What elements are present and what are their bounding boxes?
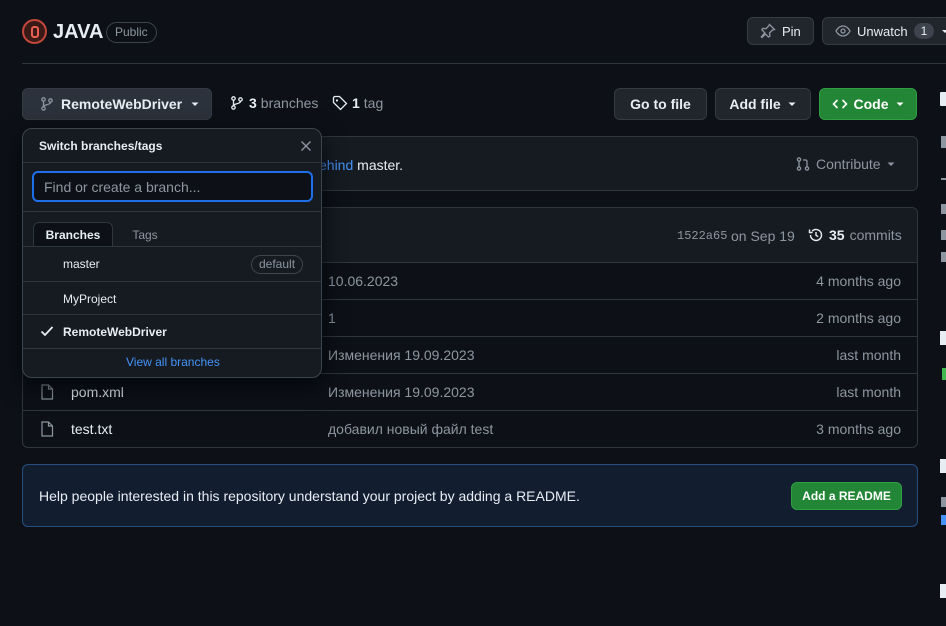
sidebar-edge — [940, 90, 946, 626]
pull-request-icon — [796, 157, 810, 171]
tag-icon — [332, 95, 348, 111]
branch-item-label: master — [63, 257, 100, 271]
behind-rest: master. — [357, 157, 404, 173]
behind-link[interactable]: ehind — [319, 157, 353, 173]
contribute-label: Contribute — [816, 156, 881, 172]
readme-banner: Help people interested in this repositor… — [22, 464, 918, 527]
code-label: Code — [853, 96, 889, 112]
tab-tags-label: Tags — [132, 227, 158, 242]
branch-filter-input[interactable]: Find or create a branch... — [32, 171, 313, 202]
file-commit-message[interactable]: Изменения 19.09.2023 — [328, 384, 475, 400]
repo-name[interactable]: JAVA — [53, 21, 103, 44]
visibility-badge: Public — [106, 22, 157, 43]
eye-icon — [835, 25, 851, 37]
file-age: last month — [836, 347, 901, 363]
file-icon — [41, 421, 54, 437]
caret-down-icon — [896, 102, 903, 106]
commit-hash[interactable]: 1522a65 — [677, 229, 727, 243]
branches-count: 3 — [249, 95, 257, 111]
branches-link[interactable]: 3 branches — [229, 95, 318, 111]
commit-date: on Sep 19 — [731, 228, 795, 244]
pin-label: Pin — [782, 23, 801, 39]
file-row[interactable]: pom.xml Изменения 19.09.2023 last month — [23, 373, 917, 410]
commits-count: 35 — [829, 227, 845, 243]
close-icon[interactable] — [300, 140, 312, 152]
branch-dropdown: Switch branches/tags Find or create a br… — [22, 128, 322, 378]
history-icon — [808, 228, 823, 242]
file-age: 3 months ago — [816, 421, 901, 437]
branch-item-label: MyProject — [63, 292, 117, 306]
commits-link[interactable]: 35 commits — [808, 227, 902, 243]
tab-branches-label: Branches — [45, 228, 101, 242]
branch-item-remotewebdriver[interactable]: RemoteWebDriver — [23, 315, 321, 348]
add-readme-button[interactable]: Add a README — [791, 482, 902, 510]
view-all-branches-link[interactable]: View all branches — [126, 355, 220, 369]
go-to-file-button[interactable]: Go to file — [614, 88, 707, 120]
code-icon — [831, 99, 848, 109]
caret-down-icon — [887, 162, 895, 166]
dropdown-title: Switch branches/tags — [39, 139, 163, 153]
tab-tags[interactable]: Tags — [119, 222, 171, 247]
caret-down-icon — [788, 102, 796, 106]
file-age: 4 months ago — [816, 273, 901, 289]
commits-label: commits — [849, 227, 902, 243]
tags-link[interactable]: 1 tag — [332, 95, 383, 111]
readme-text: Help people interested in this repositor… — [39, 488, 580, 504]
file-commit-message[interactable]: 10.06.2023 — [328, 273, 398, 289]
owner-avatar[interactable] — [22, 19, 47, 44]
file-commit-message[interactable]: 1 — [328, 310, 336, 326]
pin-icon — [760, 23, 776, 39]
git-branch-icon — [41, 97, 53, 111]
branch-filter-placeholder: Find or create a branch... — [44, 179, 201, 195]
header-divider — [22, 63, 946, 64]
contribute-button[interactable]: Contribute — [795, 156, 896, 172]
file-name[interactable]: test.txt — [71, 421, 112, 437]
repo-header: JAVA Public Pin Unwatch 1 — [0, 0, 946, 64]
file-commit-message[interactable]: добавил новый файл test — [328, 421, 493, 437]
file-age: last month — [836, 384, 901, 400]
branch-item-label: RemoteWebDriver — [63, 325, 167, 339]
add-file-label: Add file — [729, 96, 781, 112]
code-button[interactable]: Code — [819, 88, 917, 120]
current-branch-label: RemoteWebDriver — [61, 96, 183, 112]
branch-item-master[interactable]: master default — [23, 247, 321, 281]
file-age: 2 months ago — [816, 310, 901, 326]
file-commit-message[interactable]: Изменения 19.09.2023 — [328, 347, 475, 363]
branch-selector-button[interactable]: RemoteWebDriver — [22, 88, 212, 120]
file-name[interactable]: pom.xml — [71, 384, 124, 400]
tags-count: 1 — [352, 95, 360, 111]
tab-branches[interactable]: Branches — [33, 222, 113, 247]
branch-item-myproject[interactable]: MyProject — [23, 282, 321, 315]
watch-count: 1 — [913, 23, 935, 39]
add-file-button[interactable]: Add file — [715, 88, 811, 120]
unwatch-button[interactable]: Unwatch 1 — [822, 17, 946, 45]
git-branch-icon — [231, 96, 243, 110]
behind-text: ehind master. — [319, 157, 403, 173]
file-icon — [41, 384, 54, 400]
tags-label: tag — [363, 95, 384, 111]
avatar-mark-icon — [30, 25, 39, 38]
unwatch-label: Unwatch — [857, 23, 908, 39]
branches-label: branches — [260, 95, 319, 111]
default-badge: default — [251, 255, 304, 274]
check-icon — [40, 326, 54, 337]
chevron-down-icon — [942, 30, 946, 33]
file-row[interactable]: test.txt добавил новый файл test 3 month… — [23, 410, 917, 447]
caret-down-icon — [191, 102, 199, 106]
pin-button[interactable]: Pin — [747, 17, 814, 45]
